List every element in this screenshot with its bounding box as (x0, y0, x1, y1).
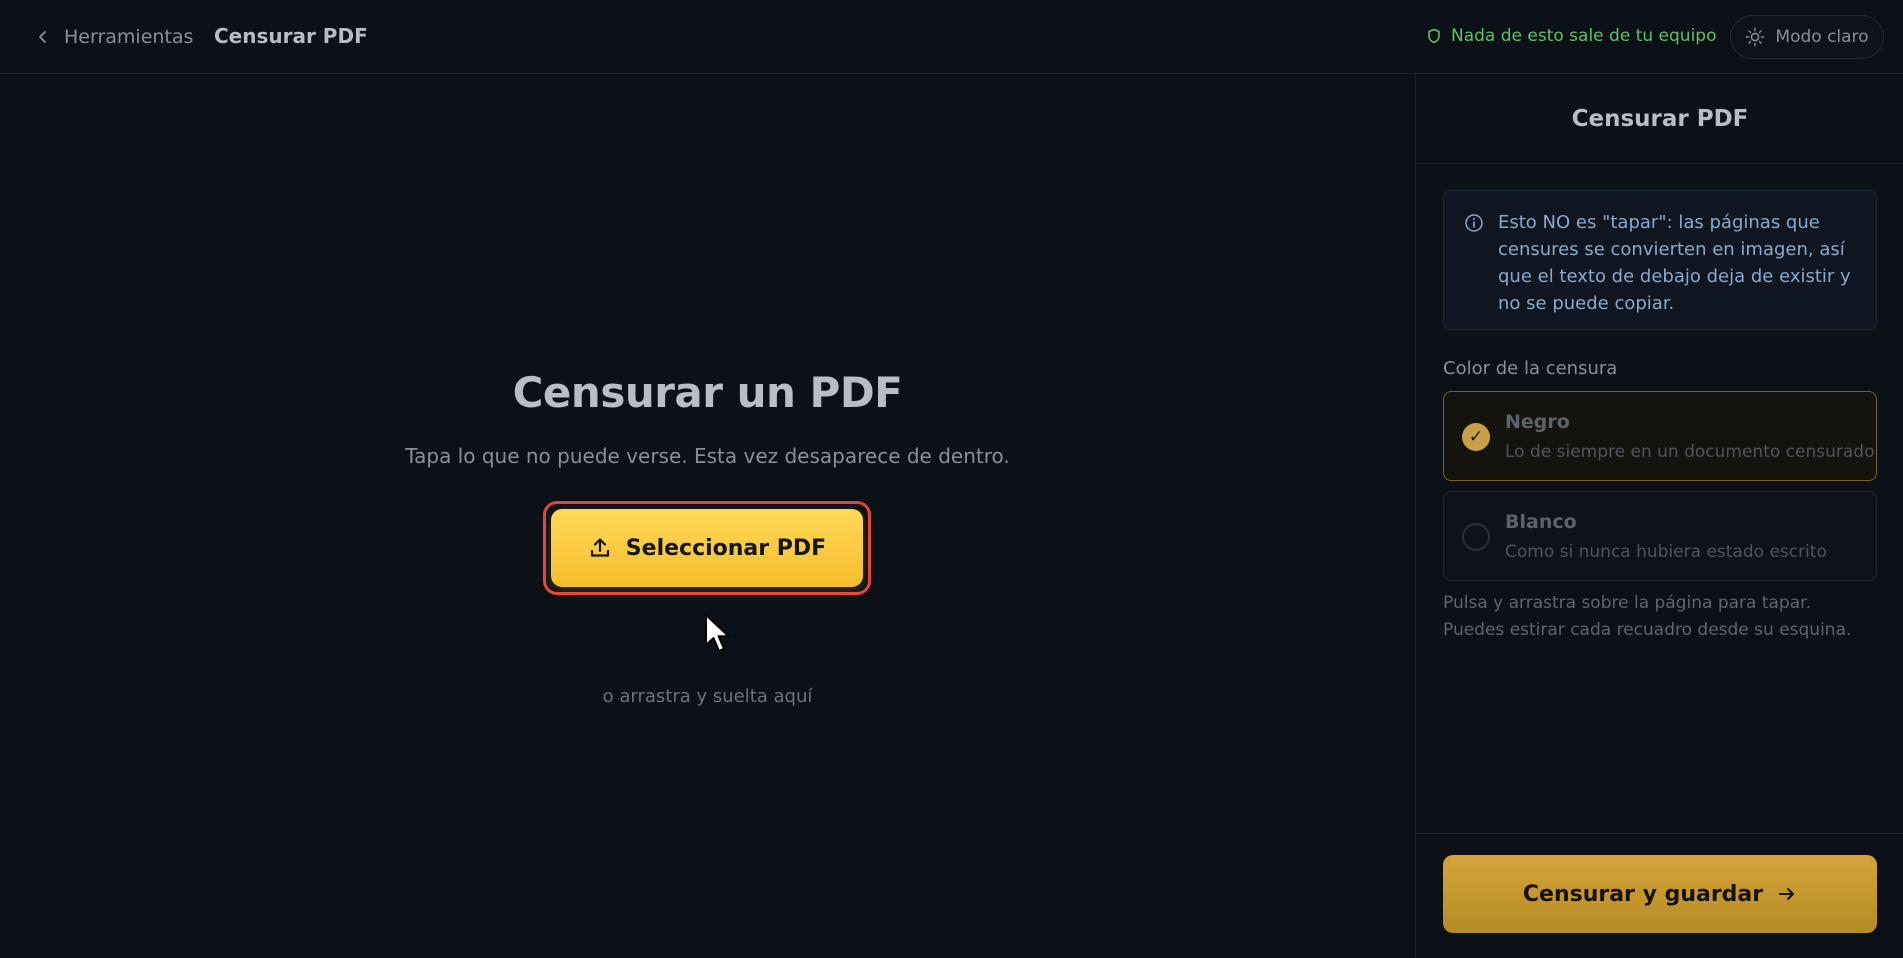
radio-icon (1462, 523, 1490, 551)
upload-icon (590, 538, 609, 557)
option-title: Blanco (1505, 511, 1577, 533)
page-title: Censurar PDF (214, 24, 368, 48)
option-description: Como si nunca hubiera estado escrito (1505, 542, 1827, 562)
option-title: Negro (1505, 411, 1570, 433)
select-pdf-button[interactable]: Seleccionar PDF (551, 509, 863, 587)
censor-and-save-label: Censurar y guardar (1522, 881, 1764, 907)
select-pdf-label: Seleccionar PDF (625, 535, 827, 561)
drop-hint: o arrastra y suelta aquí (602, 686, 813, 707)
upload-area[interactable]: Censurar un PDF Tapa lo que no puede ver… (0, 74, 1415, 958)
settings-panel: Censurar PDF Esto NO es "tapar": las pág… (1415, 74, 1903, 958)
mouse-cursor-icon (705, 614, 730, 652)
info-notice: Esto NO es "tapar": las páginas que cens… (1443, 190, 1877, 330)
checkmark-icon: ✓ (1462, 423, 1490, 451)
back-link[interactable]: Herramientas (36, 24, 193, 50)
privacy-badge: Nada de esto sale de tu equipo (1426, 26, 1716, 46)
theme-toggle-button[interactable]: Modo claro (1730, 15, 1884, 59)
privacy-text: Nada de esto sale de tu equipo (1451, 26, 1717, 46)
shield-icon (1428, 28, 1440, 44)
info-icon (1465, 214, 1483, 232)
back-link-label: Herramientas (64, 26, 194, 48)
info-text: Esto NO es "tapar": las páginas que cens… (1498, 212, 1851, 314)
panel-title: Censurar PDF (1416, 74, 1903, 164)
panel-footer: Censurar y guardar (1416, 833, 1903, 958)
chevron-left-icon (39, 31, 46, 43)
censor-and-save-button[interactable]: Censurar y guardar (1443, 855, 1877, 933)
sun-icon (1746, 27, 1765, 47)
hero-subtitle: Tapa lo que no puede verse. Esta vez des… (405, 444, 1010, 468)
top-bar: Herramientas Censurar PDF Nada de esto s… (0, 0, 1903, 74)
option-description: Lo de siempre en un documento censurado (1505, 442, 1875, 462)
theme-toggle-label: Modo claro (1775, 27, 1869, 47)
color-option-white[interactable]: Blanco Como si nunca hubiera estado escr… (1443, 491, 1877, 581)
color-section-label: Color de la censura (1443, 358, 1618, 379)
usage-hint: Pulsa y arrastra sobre la página para ta… (1443, 593, 1852, 640)
color-option-black[interactable]: ✓ Negro Lo de siempre en un documento ce… (1443, 391, 1877, 481)
hero-title: Censurar un PDF (512, 368, 903, 417)
arrow-right-icon (1779, 888, 1795, 900)
